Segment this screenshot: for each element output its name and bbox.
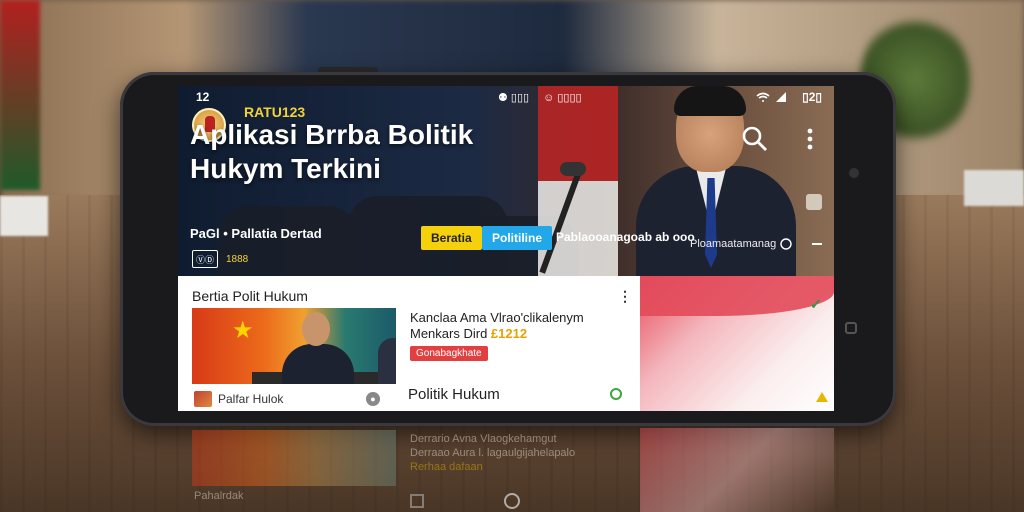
view-count: 1888 bbox=[226, 254, 249, 265]
app-screen: 12 ⚉ ▯▯▯ ☺ ▯▯▯▯ ▯2▯ RATU123 Aplikasi Brr… bbox=[178, 86, 834, 411]
article-title[interactable]: Kanclaa Ama Vlrao'clikalenym Menkars Dir… bbox=[410, 310, 620, 342]
minus-icon[interactable] bbox=[812, 243, 822, 245]
more-vert-icon[interactable] bbox=[800, 124, 820, 154]
reflection-footer: Pahalrdak bbox=[194, 490, 244, 502]
background-flag bbox=[0, 0, 40, 190]
section-title: Bertia Polit Hukum bbox=[192, 288, 308, 304]
category-label[interactable]: Politik Hukum bbox=[408, 386, 500, 403]
hero-banner[interactable]: 12 ⚉ ▯▯▯ ☺ ▯▯▯▯ ▯2▯ RATU123 Aplikasi Brr… bbox=[178, 86, 834, 276]
triangle-icon bbox=[816, 392, 828, 402]
bookmark-icon[interactable] bbox=[806, 194, 822, 210]
status-icons: ⚉ ▯▯▯ ☺ ▯▯▯▯ bbox=[498, 91, 582, 104]
camera-sensor bbox=[849, 168, 859, 178]
star-icon: ★ bbox=[232, 317, 254, 344]
status-time: 12 bbox=[196, 90, 210, 104]
microphone bbox=[560, 162, 586, 176]
refresh-icon[interactable] bbox=[610, 388, 622, 400]
article-thumbnail[interactable]: ★ bbox=[192, 308, 396, 384]
battery-indicator: ▯2▯ bbox=[802, 90, 822, 104]
chip-politiline[interactable]: Politiline bbox=[482, 226, 553, 250]
home-square-button[interactable] bbox=[410, 494, 424, 508]
reflection-line-1: Derrario Avna Vlaogkehamgut bbox=[410, 433, 557, 445]
category-chip[interactable]: Gonabagkhate bbox=[410, 346, 488, 361]
page-title: Aplikasi Brrba Bolitik Hukym Terkini bbox=[190, 119, 474, 184]
nav-recent-button[interactable] bbox=[845, 322, 857, 334]
hero-meta-label: Pablaooanagoab ab ooo bbox=[556, 230, 695, 244]
background-paper-right bbox=[964, 170, 1024, 206]
section-more-icon[interactable]: ⋮ bbox=[618, 288, 632, 305]
crowd-silhouette bbox=[218, 206, 358, 276]
search-icon[interactable] bbox=[740, 124, 770, 154]
article-title-line-2: Menkars Dird £1212 bbox=[410, 326, 620, 342]
info-icon[interactable]: ● bbox=[366, 392, 380, 406]
reflection-text: Derrario Avna Vlaogkehamgut Derraao Aura… bbox=[410, 432, 575, 474]
home-circle-button[interactable] bbox=[504, 493, 520, 509]
reflection-line-2: Derraao Aura l. lagaulgijahelapalo bbox=[410, 447, 576, 459]
live-badge: ⓋⒹ bbox=[192, 250, 218, 268]
side-panel[interactable]: ✓ bbox=[640, 276, 834, 411]
chip-beratia[interactable]: Beratia bbox=[421, 226, 482, 250]
share-icon[interactable] bbox=[780, 238, 792, 250]
signal-icon bbox=[776, 92, 786, 102]
status-icons-mid: ☺ ▯▯▯▯ bbox=[543, 92, 582, 104]
status-icons-left: ⚉ ▯▯▯ bbox=[498, 92, 530, 104]
article-title-line-1: Kanclaa Ama Vlrao'clikalenym bbox=[410, 310, 584, 325]
hero-category-label: PaGl • Pallatia Dertad bbox=[190, 226, 322, 241]
wifi-icon bbox=[756, 92, 770, 102]
article-highlight: £1212 bbox=[490, 326, 528, 341]
check-icon[interactable]: ✓ bbox=[810, 296, 822, 313]
source-label[interactable]: Palfar Hulok bbox=[218, 392, 283, 406]
status-signal-group bbox=[756, 92, 786, 102]
source-icon bbox=[194, 391, 212, 407]
background-paper bbox=[0, 196, 48, 236]
hero-meta-label-2: Ploamaatamanag bbox=[690, 238, 777, 250]
reflection-line-3: Rerhaa dafaan bbox=[410, 461, 483, 473]
article-title-line-2-text: Menkars Dird bbox=[410, 326, 488, 341]
